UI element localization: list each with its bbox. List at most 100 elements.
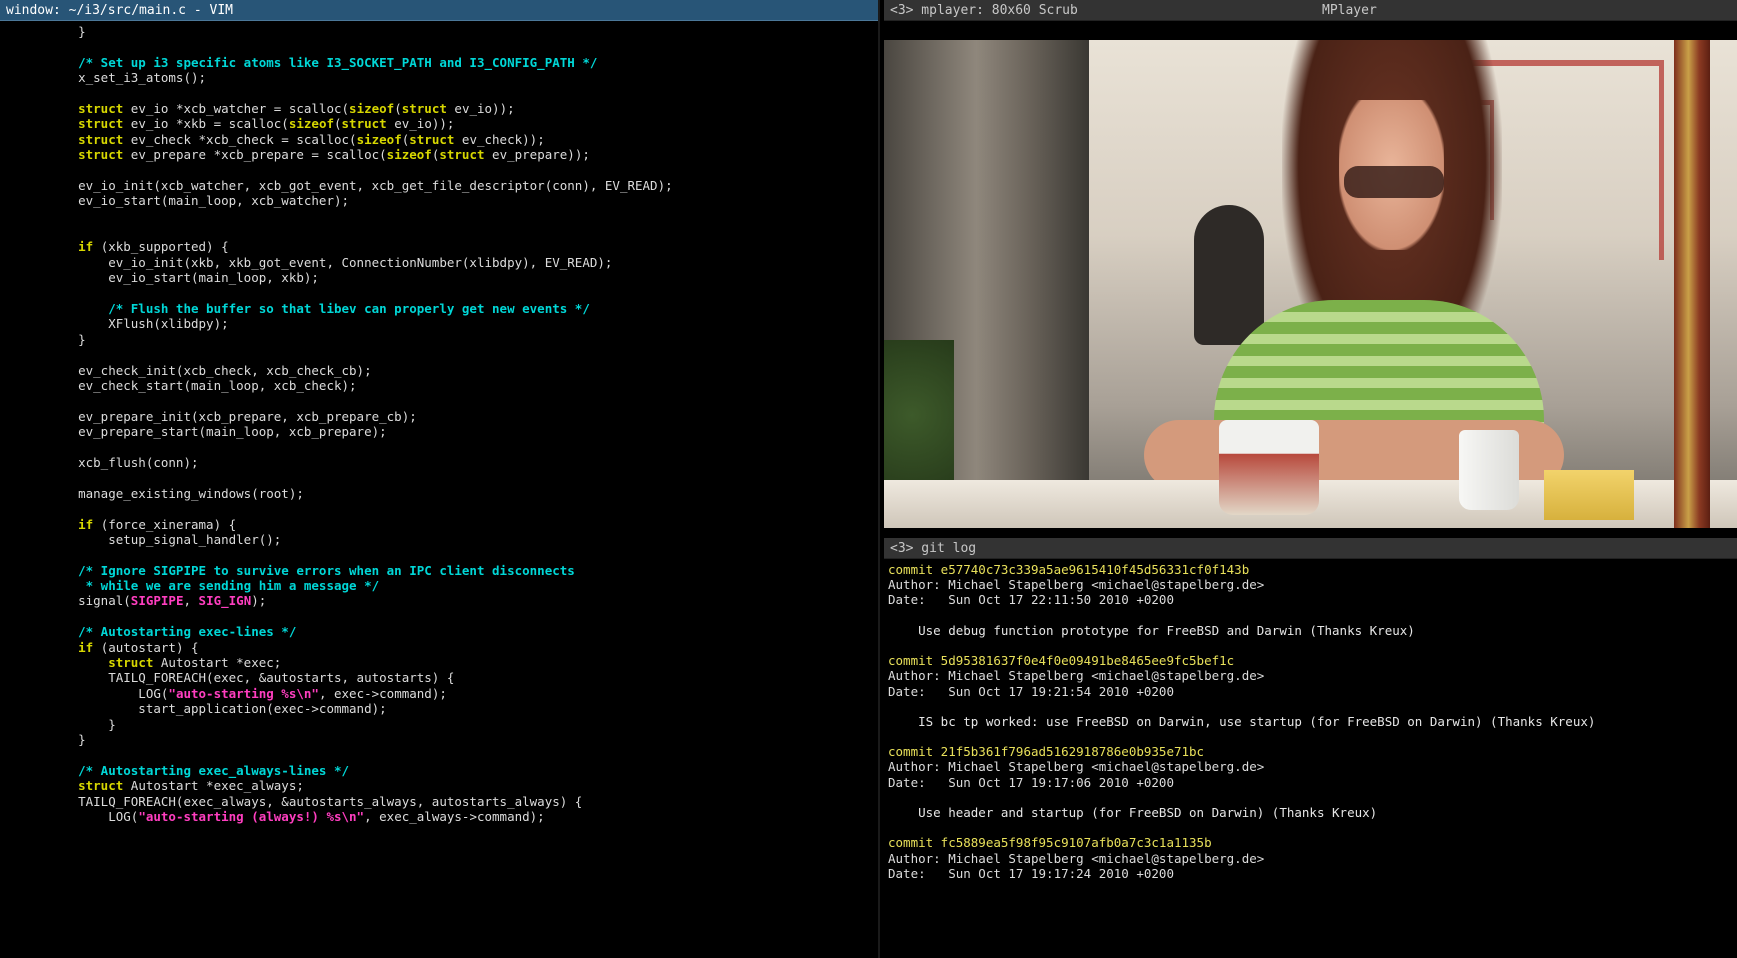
terminal-window-title[interactable]: <3> git log: [884, 538, 1737, 559]
video-frame[interactable]: [884, 40, 1737, 528]
mplayer-tab-left[interactable]: <3> mplayer: 80x60 Scrub: [884, 0, 1314, 21]
code-line[interactable]: [48, 347, 878, 362]
code-line[interactable]: struct ev_prepare *xcb_prepare = scalloc…: [48, 147, 878, 162]
code-line[interactable]: [48, 86, 878, 101]
code-text: start_application(exec->command);: [48, 701, 387, 717]
code-text: (autostart) {: [93, 639, 199, 655]
code-line[interactable]: [48, 547, 878, 562]
code-line[interactable]: TAILQ_FOREACH(exec_always, &autostarts_a…: [48, 794, 878, 809]
code-line[interactable]: ev_io_start(main_loop, xkb);: [48, 270, 878, 285]
code-line[interactable]: }: [48, 332, 878, 347]
code-keyword: struct: [78, 100, 124, 116]
code-text: ev_check_init(xcb_check, xcb_check_cb);: [48, 362, 372, 378]
code-keyword: struct: [78, 147, 124, 163]
code-line[interactable]: * while we are sending him a message */: [48, 578, 878, 593]
code-text: ev_io_start(main_loop, xcb_watcher);: [48, 193, 350, 209]
code-line[interactable]: TAILQ_FOREACH(exec, &autostarts, autosta…: [48, 670, 878, 685]
code-line[interactable]: [48, 224, 878, 239]
code-comment: /* Autostarting exec_always-lines */: [48, 762, 350, 778]
code-line[interactable]: ev_io_init(xcb_watcher, xcb_got_event, x…: [48, 178, 878, 193]
code-line[interactable]: ev_check_init(xcb_check, xcb_check_cb);: [48, 363, 878, 378]
code-text: LOG(: [48, 685, 169, 701]
code-line[interactable]: }: [48, 732, 878, 747]
code-line[interactable]: }: [48, 24, 878, 39]
code-string: "auto-starting (always!) %s\n": [138, 808, 365, 824]
code-line[interactable]: xcb_flush(conn);: [48, 455, 878, 470]
commit-hash-line: commit e57740c73c339a5ae9615410f45d56331…: [888, 562, 1250, 577]
git-log-terminal[interactable]: <3> git log commit e57740c73c339a5ae9615…: [884, 538, 1737, 958]
code-keyword: if: [78, 239, 94, 255]
code-line[interactable]: [48, 393, 878, 408]
code-line[interactable]: signal(SIGPIPE, SIG_IGN);: [48, 593, 878, 608]
code-line[interactable]: /* Autostarting exec_always-lines */: [48, 763, 878, 778]
code-text: }: [48, 331, 86, 347]
code-line[interactable]: [48, 470, 878, 485]
code-line[interactable]: [48, 609, 878, 624]
code-line[interactable]: struct Autostart *exec_always;: [48, 778, 878, 793]
code-string: "auto-starting %s\n": [168, 685, 319, 701]
code-line[interactable]: ev_prepare_init(xcb_prepare, xcb_prepare…: [48, 409, 878, 424]
code-line[interactable]: if (xkb_supported) {: [48, 239, 878, 254]
mplayer-tab-right[interactable]: MPlayer: [1314, 0, 1737, 21]
commit-author-line: Author: Michael Stapelberg <michael@stap…: [888, 850, 1265, 866]
code-text: }: [48, 716, 116, 732]
code-comment: * while we are sending him a message */: [48, 578, 380, 594]
video-umbrella-pole: [1674, 40, 1710, 528]
code-line[interactable]: [48, 209, 878, 224]
code-text: ev_io_init(xcb_watcher, xcb_got_event, x…: [48, 177, 673, 193]
code-line[interactable]: struct ev_io *xkb = scalloc(sizeof(struc…: [48, 116, 878, 131]
code-line[interactable]: [48, 440, 878, 455]
code-text: ev_prepare));: [484, 147, 590, 163]
code-line[interactable]: }: [48, 717, 878, 732]
code-line[interactable]: [48, 286, 878, 301]
code-line[interactable]: setup_signal_handler();: [48, 532, 878, 547]
commit-message-line: Use debug function prototype for FreeBSD…: [888, 622, 1415, 638]
code-line[interactable]: if (force_xinerama) {: [48, 517, 878, 532]
code-text: LOG(: [48, 808, 139, 824]
code-line[interactable]: x_set_i3_atoms();: [48, 70, 878, 85]
code-line[interactable]: [48, 163, 878, 178]
code-line[interactable]: if (autostart) {: [48, 640, 878, 655]
code-line[interactable]: start_application(exec->command);: [48, 701, 878, 716]
git-log-output[interactable]: commit e57740c73c339a5ae9615410f45d56331…: [888, 562, 1737, 881]
code-line[interactable]: struct ev_check *xcb_check = scalloc(siz…: [48, 132, 878, 147]
code-line[interactable]: LOG("auto-starting %s\n", exec->command)…: [48, 686, 878, 701]
code-line[interactable]: manage_existing_windows(root);: [48, 486, 878, 501]
code-line[interactable]: XFlush(xlibdpy);: [48, 316, 878, 331]
code-comment: /* Set up i3 specific atoms like I3_SOCK…: [48, 54, 598, 70]
code-line[interactable]: /* Autostarting exec-lines */: [48, 624, 878, 639]
code-line[interactable]: struct ev_io *xcb_watcher = scalloc(size…: [48, 101, 878, 116]
code-comment: /* Autostarting exec-lines */: [48, 624, 297, 640]
code-text: x_set_i3_atoms();: [48, 70, 207, 86]
code-text: manage_existing_windows(root);: [48, 485, 304, 501]
code-line[interactable]: LOG("auto-starting (always!) %s\n", exec…: [48, 809, 878, 824]
code-line[interactable]: ev_io_start(main_loop, xcb_watcher);: [48, 193, 878, 208]
code-text: setup_signal_handler();: [48, 531, 282, 547]
code-line[interactable]: ev_io_init(xkb, xkb_got_event, Connectio…: [48, 255, 878, 270]
code-line[interactable]: [48, 501, 878, 516]
code-line[interactable]: ev_prepare_start(main_loop, xcb_prepare)…: [48, 424, 878, 439]
vim-code-buffer[interactable]: } /* Set up i3 specific atoms like I3_SO…: [48, 24, 878, 824]
code-text: Autostart *exec_always;: [123, 778, 304, 794]
code-keyword: sizeof: [386, 147, 432, 163]
code-line-cursor[interactable]: struct Autostart *exec;: [48, 655, 878, 670]
code-line[interactable]: /* Ignore SIGPIPE to survive errors when…: [48, 563, 878, 578]
vim-window-title[interactable]: window: ~/i3/src/main.c - VIM: [0, 0, 878, 21]
vim-window[interactable]: window: ~/i3/src/main.c - VIM } /* Set u…: [0, 0, 880, 958]
code-comment: /* Ignore SIGPIPE to survive errors when…: [48, 562, 575, 578]
code-line[interactable]: /* Flush the buffer so that libev can pr…: [48, 301, 878, 316]
code-text: (: [394, 100, 402, 116]
video-coffee-cup: [1219, 420, 1319, 515]
mplayer-window[interactable]: <3> mplayer: 80x60 Scrub MPlayer: [884, 0, 1737, 534]
commit-hash-line: commit 21f5b361f796ad5162918786e0b935e71…: [888, 744, 1205, 760]
code-text: ev_prepare_start(main_loop, xcb_prepare)…: [48, 424, 387, 440]
code-line[interactable]: [48, 39, 878, 54]
code-line[interactable]: /* Set up i3 specific atoms like I3_SOCK…: [48, 55, 878, 70]
code-line[interactable]: [48, 747, 878, 762]
code-line[interactable]: ev_check_start(main_loop, xcb_check);: [48, 378, 878, 393]
